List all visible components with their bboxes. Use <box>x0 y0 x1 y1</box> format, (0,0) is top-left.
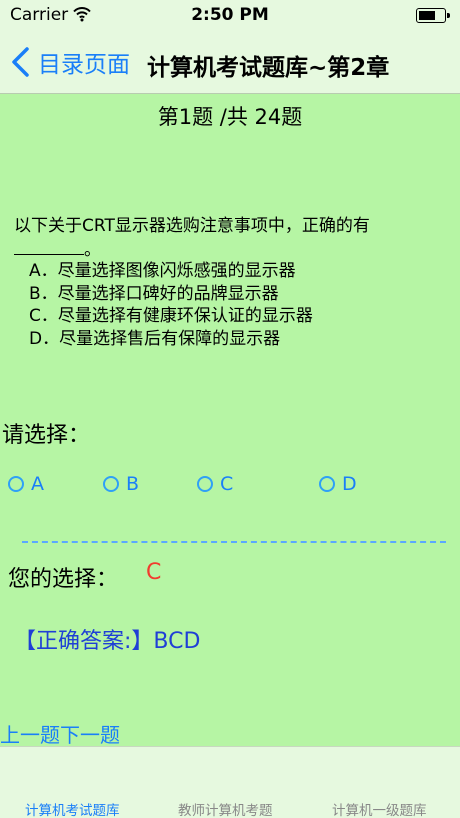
option-list: A．尽量选择图像闪烁感强的显示器 B．尽量选择口碑好的品牌显示器 C．尽量选择有… <box>29 260 313 350</box>
clock: 2:50 PM <box>191 5 269 25</box>
radio-choice-d[interactable]: D <box>319 473 357 495</box>
radio-choice-a[interactable]: A <box>8 473 44 495</box>
radio-choice-c[interactable]: C <box>197 473 233 495</box>
dashed-divider <box>22 541 446 543</box>
option-a: A．尽量选择图像闪烁感强的显示器 <box>29 261 296 281</box>
answer-blank <box>14 238 84 255</box>
radio-circle-icon <box>103 476 119 492</box>
choice-radio-group: A B C D <box>0 470 460 498</box>
correct-answer: 【正确答案:】BCD <box>14 629 201 654</box>
choose-label: 请选择： <box>2 423 91 448</box>
option-b: B．尽量选择口碑好的品牌显示器 <box>29 283 279 304</box>
radio-label: C <box>220 473 234 495</box>
radio-circle-icon <box>8 476 24 492</box>
your-choice-label: 您的选择： <box>8 567 119 592</box>
back-button[interactable]: 目录页面 <box>10 44 130 80</box>
question-text: 以下关于CRT显示器选购注意事项中，正确的有 。 <box>14 215 454 262</box>
status-bar: Carrier 2:50 PM <box>0 0 460 32</box>
page-title: 计算机考试题库~第2章 <box>147 55 390 81</box>
radio-choice-b[interactable]: B <box>103 473 139 495</box>
battery-icon <box>416 8 450 23</box>
back-label: 目录页面 <box>38 52 130 78</box>
chevron-left-icon <box>12 47 29 77</box>
tab-teacher-computer-exam[interactable]: 教师计算机考题 <box>178 799 273 818</box>
radio-label: B <box>126 473 140 495</box>
option-d: D．尽量选择售后有保障的显示器 <box>29 328 281 349</box>
radio-label: A <box>31 473 44 495</box>
radio-label: D <box>342 473 357 495</box>
question-end: 。 <box>84 240 101 260</box>
battery-level <box>419 11 436 20</box>
tab-bar: 计算机考试题库 教师计算机考题 计算机一级题库 <box>0 746 460 818</box>
navigation-bar: 目录页面 计算机考试题库~第2章 <box>0 32 460 94</box>
question-navigation: 上一题下一题 <box>0 719 120 748</box>
tab-computer-exam-bank[interactable]: 计算机考试题库 <box>25 799 120 818</box>
next-question-link[interactable]: 下一题 <box>60 723 120 747</box>
previous-question-link[interactable]: 上一题 <box>0 723 60 747</box>
radio-circle-icon <box>319 476 335 492</box>
your-choice-value: C <box>146 560 162 585</box>
question-counter: 第1题 /共 24题 <box>157 105 303 129</box>
option-c: C．尽量选择有健康环保认证的显示器 <box>29 306 313 326</box>
tab-computer-level1-bank[interactable]: 计算机一级题库 <box>332 799 427 818</box>
question-stem: 以下关于CRT显示器选购注意事项中，正确的有 <box>14 216 370 236</box>
radio-circle-icon <box>197 476 213 492</box>
